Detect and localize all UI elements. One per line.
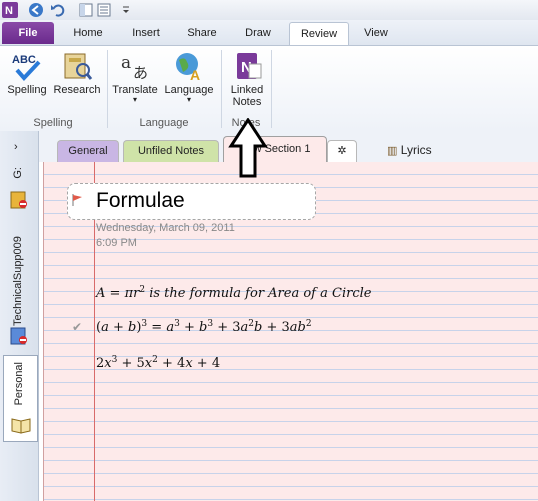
group-label-language: Language: [139, 117, 189, 129]
undo-icon[interactable]: [50, 2, 66, 18]
up-arrow-annotation-icon: [228, 117, 268, 180]
group-separator: [271, 50, 272, 128]
svg-text:N: N: [5, 5, 13, 17]
spelling-label: Spelling: [7, 84, 47, 96]
tab-view[interactable]: View: [356, 22, 396, 44]
language-dropdown-icon: ▾: [186, 95, 191, 104]
tab-insert[interactable]: Insert: [124, 22, 168, 44]
tab-file[interactable]: File: [2, 22, 54, 44]
lyrics-label: Lyrics: [400, 143, 432, 157]
svg-text:ABC: ABC: [12, 54, 36, 66]
full-page-view-icon[interactable]: [96, 2, 112, 18]
ribbon: ABC Spelling Research aあ Translate ▾ A L…: [0, 45, 538, 132]
spelling-check-icon: ABC: [11, 50, 43, 82]
section-tab-row: General Unfiled Notes New Section 1 ✲ ▥ …: [39, 131, 538, 162]
flag-icon: [70, 193, 84, 210]
ribbon-tab-row: File Home Insert Share Draw Review View: [0, 20, 538, 45]
linked-notes-label-line1: Linked: [230, 84, 264, 96]
quick-access-toolbar: N: [0, 0, 538, 21]
linked-notes-button[interactable]: N Linked Notes: [224, 50, 270, 108]
new-section-tab[interactable]: ✲: [327, 140, 357, 162]
page-title[interactable]: Formulae: [96, 189, 185, 213]
onenote-logo-icon[interactable]: N: [2, 2, 18, 18]
formula-area-of-circle[interactable]: A = πr2 is the formula for Area of a Cir…: [96, 286, 371, 302]
linked-notes-label-line2: Notes: [232, 96, 262, 108]
spelling-button[interactable]: ABC Spelling: [4, 50, 50, 96]
checkmark-icon: ✔: [72, 320, 83, 334]
open-book-icon: [11, 416, 31, 437]
section-tab-lyrics[interactable]: ▥ Lyrics: [387, 143, 432, 157]
page-time: 6:09 PM: [96, 237, 137, 249]
svg-text:A: A: [190, 67, 200, 82]
tab-draw[interactable]: Draw: [236, 22, 280, 44]
research-book-icon: [61, 50, 93, 82]
notebook-unavailable-icon[interactable]: [10, 327, 28, 345]
dock-to-desktop-icon[interactable]: [78, 2, 94, 18]
notebook-navigation-bar: › G: TechnicalSupp009 Personal: [0, 131, 39, 501]
translate-button[interactable]: aあ Translate ▾: [110, 50, 160, 104]
svg-text:a: a: [121, 53, 131, 73]
formula-binomial-cube[interactable]: (a + b)3 = a3 + b3 + 3a2b + 3ab2: [96, 320, 312, 336]
research-label: Research: [53, 84, 101, 96]
notebook-personal[interactable]: Personal: [3, 355, 38, 442]
notebook-unavailable-icon[interactable]: [10, 191, 28, 209]
svg-text:あ: あ: [133, 64, 148, 82]
group-label-spelling: Spelling: [33, 117, 73, 129]
research-button[interactable]: Research: [52, 50, 102, 96]
tab-review[interactable]: Review: [289, 22, 349, 45]
notebook-g-label[interactable]: G:: [12, 167, 24, 179]
customize-toolbar-icon[interactable]: [118, 2, 134, 18]
new-section-sparkle-icon: ✲: [337, 145, 347, 157]
formula-polynomial[interactable]: 2x3 + 5x2 + 4x + 4: [96, 356, 220, 372]
linked-notes-icon: N: [231, 50, 263, 82]
tab-share[interactable]: Share: [182, 22, 222, 44]
expand-navbar-icon[interactable]: ›: [14, 141, 18, 153]
language-button[interactable]: A Language ▾: [162, 50, 216, 104]
page-date: Wednesday, March 09, 2011: [96, 222, 235, 234]
section-group-icon: ▥: [387, 145, 398, 157]
notebook-technicalsupp-label[interactable]: TechnicalSupp009: [12, 221, 24, 326]
language-globe-icon: A: [173, 50, 205, 83]
translate-icon: aあ: [119, 50, 151, 82]
notebook-personal-label: Personal: [13, 362, 25, 406]
section-tab-general[interactable]: General: [57, 140, 119, 162]
back-icon[interactable]: [28, 2, 44, 18]
translate-dropdown-icon: ▾: [132, 95, 137, 104]
tab-home[interactable]: Home: [66, 22, 110, 44]
section-tab-unfiled-notes[interactable]: Unfiled Notes: [123, 140, 219, 162]
